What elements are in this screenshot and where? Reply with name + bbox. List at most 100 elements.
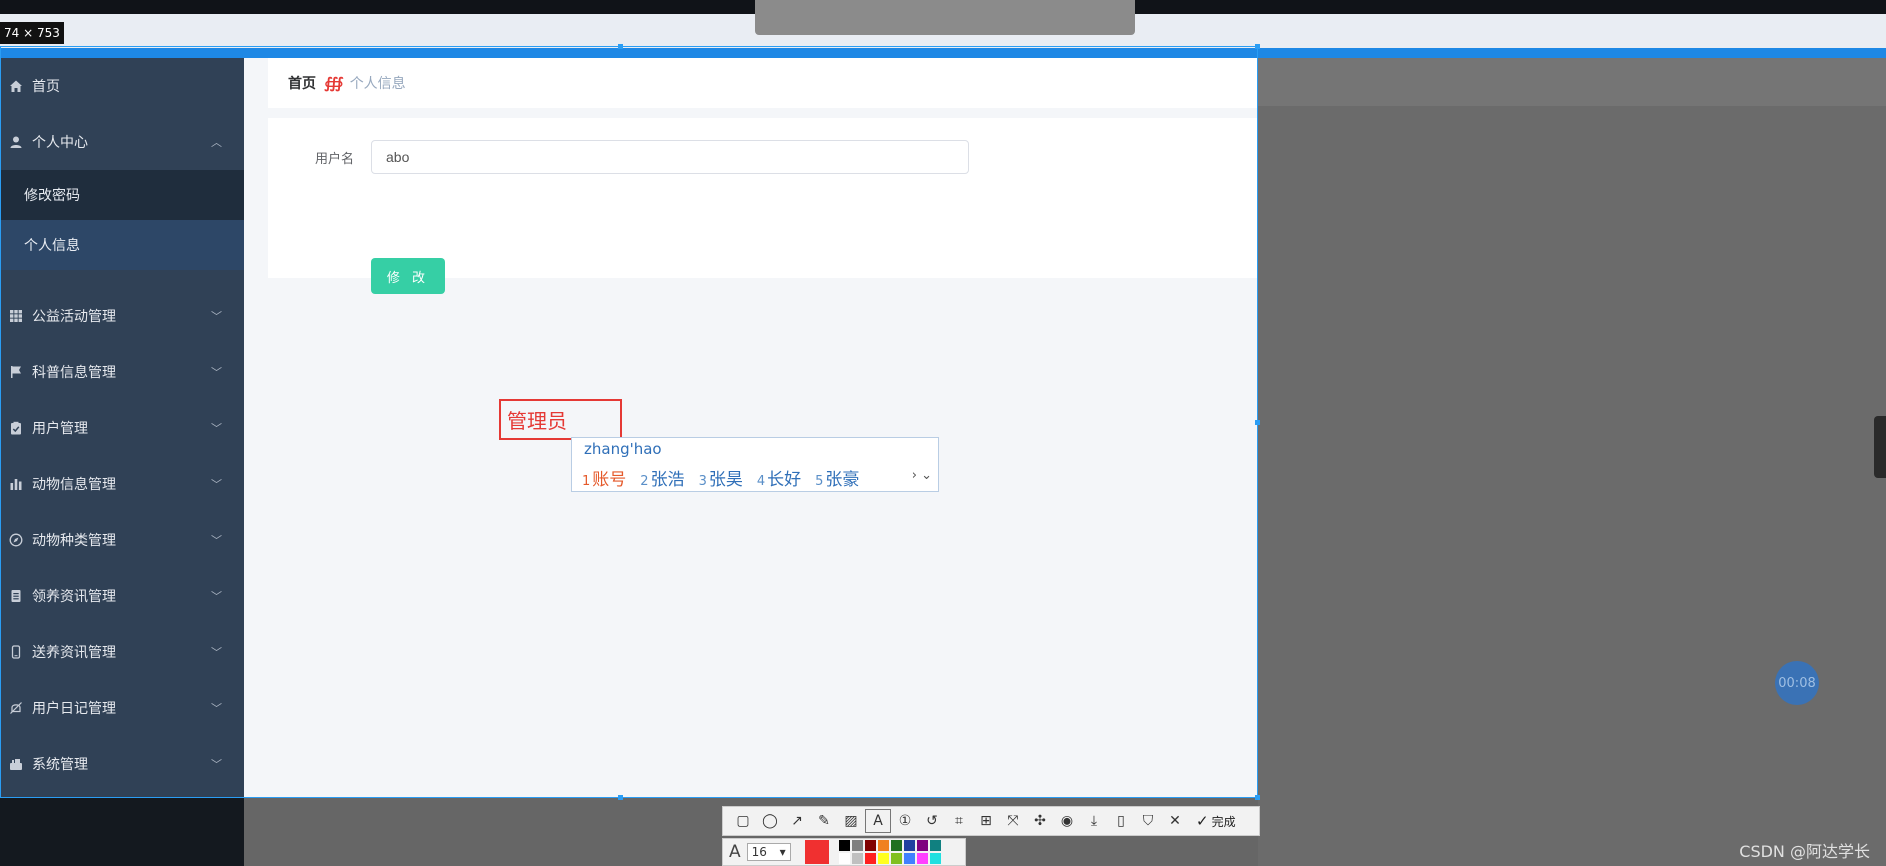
long-screenshot-icon[interactable]: ⤧ xyxy=(1001,810,1025,832)
ime-candidate[interactable]: 5 张豪 xyxy=(815,465,859,490)
ime-candidate[interactable]: 3 张昊 xyxy=(699,465,743,490)
color-swatch[interactable] xyxy=(890,840,902,851)
username-label: 用户名 xyxy=(315,152,355,167)
color-swatch[interactable] xyxy=(903,853,915,864)
ime-candidate[interactable]: 1 账号 xyxy=(582,465,626,490)
sidebar-item-animal-info[interactable]: 动物信息管理 ﹀ xyxy=(0,456,244,512)
text-style-toolbar: A 16 ▾ xyxy=(722,838,966,866)
rectangle-tool-icon[interactable]: ▢ xyxy=(731,810,755,832)
username-input[interactable]: abo xyxy=(371,140,969,174)
color-swatch[interactable] xyxy=(890,853,902,864)
sidebar-item-label: 领养资讯管理 xyxy=(32,589,116,605)
text-tool-icon[interactable]: A xyxy=(865,809,891,833)
submit-button[interactable]: 修 改 xyxy=(371,258,445,294)
app-header xyxy=(0,0,1886,35)
color-swatch[interactable] xyxy=(877,840,889,851)
sidebar-item-label: 科普信息管理 xyxy=(32,365,116,381)
chevron-down-icon: ﹀ xyxy=(211,422,222,435)
ellipse-tool-icon[interactable]: ◯ xyxy=(758,810,782,832)
done-button[interactable]: ✓ 完成 xyxy=(1196,812,1236,830)
sidebar-item-label: 个人中心 xyxy=(32,135,88,151)
resize-handle-top[interactable] xyxy=(618,44,623,49)
color-palette xyxy=(838,840,941,864)
document-icon xyxy=(8,588,24,604)
side-panel-tab[interactable] xyxy=(1874,416,1886,478)
dimmed-header-band xyxy=(1258,58,1886,106)
sidebar-item-animal-category[interactable]: 动物种类管理 ﹀ xyxy=(0,512,244,568)
compass-icon xyxy=(8,532,24,548)
sidebar-item-rehoming-news[interactable]: 送养资讯管理 ﹀ xyxy=(0,624,244,680)
sidebar-item-personal-center[interactable]: 个人中心 ︿ xyxy=(0,114,244,170)
breadcrumb-home[interactable]: 首页 xyxy=(288,73,316,93)
sidebar-item-charity-activity[interactable]: 公益活动管理 ﹀ xyxy=(0,288,244,344)
color-swatch[interactable] xyxy=(838,840,850,851)
bell-off-icon xyxy=(8,700,24,716)
dropdown-arrow-icon: ▾ xyxy=(779,845,786,859)
color-swatch[interactable] xyxy=(929,853,941,864)
text-annotation-box[interactable]: 管理员 xyxy=(499,399,622,440)
sidebar-item-label: 动物种类管理 xyxy=(32,533,116,549)
color-swatch[interactable] xyxy=(916,853,928,864)
sidebar-item-user-diary[interactable]: 用户日记管理 ﹀ xyxy=(0,680,244,736)
color-swatch[interactable] xyxy=(864,840,876,851)
color-swatch[interactable] xyxy=(877,853,889,864)
sidebar-item-home[interactable]: 首页 xyxy=(0,58,244,114)
bookmark-icon[interactable]: ⛉ xyxy=(1136,810,1160,832)
current-color-swatch[interactable] xyxy=(804,840,829,864)
resize-handle-bottom-right[interactable] xyxy=(1255,795,1260,800)
toast-notification xyxy=(755,0,1135,35)
undo-icon[interactable]: ↺ xyxy=(920,810,944,832)
color-swatch[interactable] xyxy=(929,840,941,851)
number-marker-icon[interactable]: ① xyxy=(893,810,917,832)
ime-candidate[interactable]: 2 张浩 xyxy=(640,465,684,490)
translate-icon[interactable]: ⊞ xyxy=(974,810,998,832)
sidebar-subitem-personal-info[interactable]: 个人信息 xyxy=(0,220,244,270)
sidebar-subitem-label: 个人信息 xyxy=(24,238,80,254)
window-top-strip xyxy=(0,48,1886,58)
chevron-down-icon: ﹀ xyxy=(211,366,222,379)
sidebar-item-user-management[interactable]: 用户管理 ﹀ xyxy=(0,400,244,456)
flag-icon xyxy=(8,364,24,380)
capture-dim-overlay-bottom-left xyxy=(0,798,244,866)
color-swatch[interactable] xyxy=(864,853,876,864)
check-icon: ✓ xyxy=(1196,812,1209,830)
color-swatch[interactable] xyxy=(916,840,928,851)
color-swatch[interactable] xyxy=(838,853,850,864)
color-swatch[interactable] xyxy=(903,840,915,851)
chevron-down-icon: ﹀ xyxy=(211,478,222,491)
phone-send-icon[interactable]: ▯ xyxy=(1109,810,1133,832)
resize-handle-right[interactable] xyxy=(1255,420,1260,425)
bar-chart-icon xyxy=(8,476,24,492)
chevron-down-icon: ﹀ xyxy=(211,534,222,547)
download-icon[interactable]: ⤓ xyxy=(1082,810,1106,832)
user-icon xyxy=(8,134,24,150)
pencil-tool-icon[interactable]: ✎ xyxy=(812,810,836,832)
ocr-icon[interactable]: ⌗ xyxy=(947,810,971,832)
recording-timer[interactable]: 00:08 xyxy=(1775,661,1819,705)
sidebar-item-system-management[interactable]: 系统管理 ﹀ xyxy=(0,736,244,792)
close-icon[interactable]: ✕ xyxy=(1163,810,1187,832)
pin-icon[interactable]: ✣ xyxy=(1028,810,1052,832)
chevron-down-icon: ﹀ xyxy=(211,310,222,323)
ime-candidate-list: 1 账号 2 张浩 3 张昊 4 长好 5 张豪 xyxy=(582,465,873,490)
ime-candidate[interactable]: 4 长好 xyxy=(757,465,801,490)
color-swatch[interactable] xyxy=(851,853,863,864)
sidebar-item-adoption-news[interactable]: 领养资讯管理 ﹀ xyxy=(0,568,244,624)
phone-icon xyxy=(8,644,24,660)
breadcrumb: 首页 ∰ 个人信息 xyxy=(268,58,1258,108)
resize-handle-bottom[interactable] xyxy=(618,795,623,800)
font-size-select[interactable]: 16 ▾ xyxy=(746,843,791,861)
mosaic-tool-icon[interactable]: ▨ xyxy=(839,810,863,832)
chevron-down-icon: ﹀ xyxy=(211,590,222,603)
watermark: CSDN @阿达学长 xyxy=(1739,842,1870,861)
color-swatch[interactable] xyxy=(851,840,863,851)
breadcrumb-separator-icon: ∰ xyxy=(324,74,344,92)
settings-icon xyxy=(8,756,24,772)
record-icon[interactable]: ◉ xyxy=(1055,810,1079,832)
sidebar-subitem-change-password[interactable]: 修改密码 xyxy=(0,170,244,220)
sidebar-item-science-info[interactable]: 科普信息管理 ﹀ xyxy=(0,344,244,400)
ime-next-page-icon[interactable]: › ⌄ xyxy=(912,468,932,483)
chevron-down-icon: ﹀ xyxy=(211,758,222,771)
resize-handle-top-right[interactable] xyxy=(1255,44,1260,49)
arrow-tool-icon[interactable]: ↗ xyxy=(785,810,809,832)
